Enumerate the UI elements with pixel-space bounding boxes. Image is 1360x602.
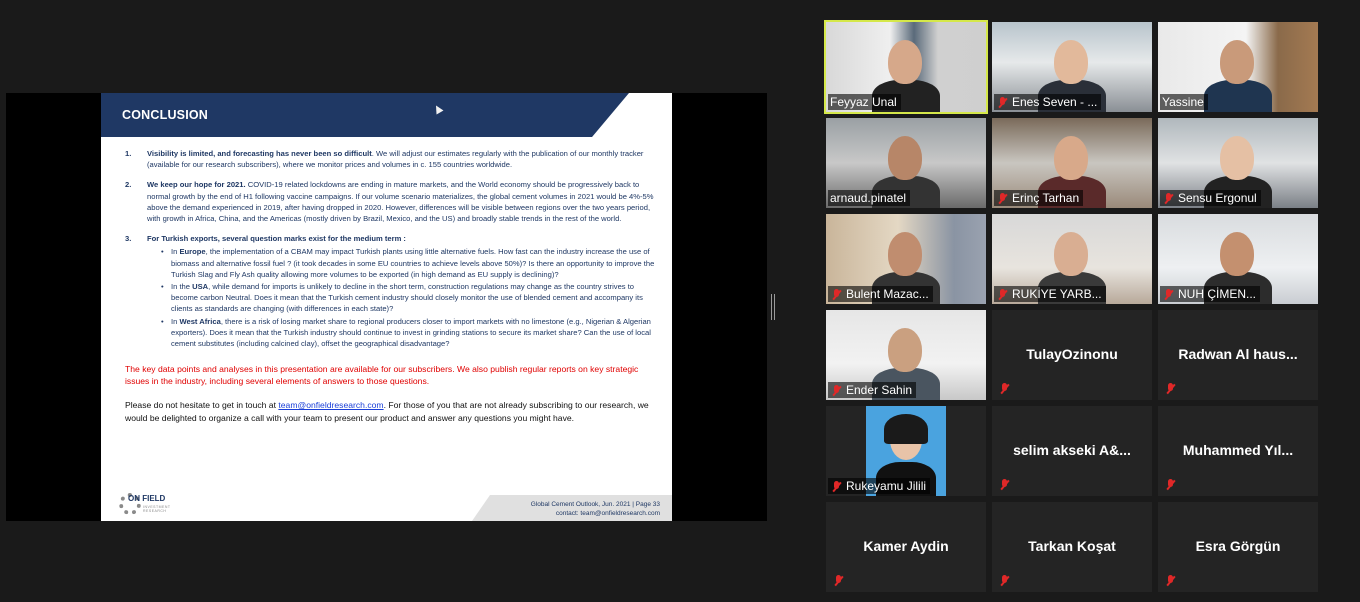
contact-paragraph: Please do not hesitate to get in touch a…	[125, 400, 649, 423]
participant-name: TulayOzinonu	[1026, 346, 1118, 362]
participant-tile[interactable]: Bulent Mazac...	[826, 214, 986, 304]
participant-name-tag: Erinç Tarhan	[994, 190, 1084, 206]
slide-title: CONCLUSION	[122, 108, 209, 122]
participant-name: Sensu Ergonul	[1178, 191, 1257, 205]
sub-point-usa: In the USA, while demand for imports is …	[159, 281, 661, 315]
microphone-muted-icon	[996, 192, 1009, 205]
participant-name-tag: Bulent Mazac...	[828, 286, 933, 302]
participant-name-tag: Ender Sahin	[828, 382, 917, 398]
participant-name-tag: Rukeyamu Jilili	[828, 478, 931, 494]
sub-point-list: In Europe, the implementation of a CBAM …	[159, 246, 661, 349]
participant-name: Tarkan Koşat	[1028, 538, 1116, 554]
microphone-muted-icon	[1162, 192, 1175, 205]
point-number: 1.	[125, 149, 132, 158]
participant-tile[interactable]: arnaud.pinatel	[826, 118, 986, 208]
participant-name: Ender Sahin	[846, 383, 913, 397]
participant-name: RUKİYE YARB...	[1012, 287, 1102, 301]
participant-name: Enes Seven - ...	[1012, 95, 1098, 109]
microphone-muted-icon	[996, 96, 1009, 109]
microphone-muted-icon	[832, 574, 845, 587]
participant-tile[interactable]: Yassine	[1158, 22, 1318, 112]
microphone-muted-icon	[1164, 574, 1177, 587]
participant-name: Erinç Tarhan	[1012, 191, 1080, 205]
participant-name-tag: Sensu Ergonul	[1160, 190, 1261, 206]
participant-tile[interactable]: Feyyaz Unal	[824, 20, 988, 114]
participant-tile[interactable]: Esra Görgün	[1158, 502, 1318, 592]
participant-tile[interactable]: Erinç Tarhan	[992, 118, 1152, 208]
participant-tile[interactable]: Muhammed Yıl...	[1158, 406, 1318, 496]
participant-name: Rukeyamu Jilili	[846, 479, 927, 493]
on-field-logo: ON FIELD INVESTMENT RESEARCH	[119, 491, 189, 517]
sub-point-europe: In Europe, the implementation of a CBAM …	[159, 246, 661, 280]
participant-name: selim akseki A&...	[1013, 442, 1131, 458]
slide-footer: Global Cement Outlook, Jun. 2021 | Page …	[530, 501, 660, 517]
microphone-muted-icon	[1164, 478, 1177, 491]
sub-point-west-africa: In West Africa, there is a risk of losin…	[159, 316, 661, 350]
conclusion-point-3: 3. For Turkish exports, several question…	[125, 233, 661, 349]
participant-name: Esra Görgün	[1195, 538, 1281, 554]
splitter-handle[interactable]	[771, 294, 775, 320]
participant-tile[interactable]: Tarkan Koşat	[992, 502, 1152, 592]
point-heading: Visibility is limited, and forecasting h…	[147, 149, 372, 158]
participant-name: Kamer Aydin	[863, 538, 949, 554]
participant-tile[interactable]: RUKİYE YARB...	[992, 214, 1152, 304]
participant-name-tag: NUH ÇİMEN...	[1160, 286, 1260, 302]
participant-name-tag: arnaud.pinatel	[828, 190, 911, 206]
microphone-muted-icon	[1162, 288, 1175, 301]
participant-name-tag: Yassine	[1160, 94, 1208, 110]
point-heading: We keep our hope for 2021.	[147, 180, 246, 190]
conclusion-point-2: 2. We keep our hope for 2021. COVID-19 r…	[125, 179, 661, 224]
participant-tile[interactable]: TulayOzinonu	[992, 310, 1152, 400]
participant-name-tag: Enes Seven - ...	[994, 94, 1102, 110]
slide-body: 1. Visibility is limited, and forecastin…	[125, 148, 661, 424]
participant-name: Radwan Al haus...	[1178, 346, 1298, 362]
conclusion-point-1: 1. Visibility is limited, and forecastin…	[125, 148, 661, 170]
participant-tile[interactable]: NUH ÇİMEN...	[1158, 214, 1318, 304]
participant-tile[interactable]: Sensu Ergonul	[1158, 118, 1318, 208]
shared-screen[interactable]: CONCLUSION 1. Visibility is limited, and…	[6, 93, 767, 521]
point-number: 3.	[125, 234, 132, 244]
participant-tile[interactable]: Radwan Al haus...	[1158, 310, 1318, 400]
subscriber-note: The key data points and analyses in this…	[125, 364, 639, 387]
participant-name: Yassine	[1162, 95, 1204, 109]
point-number: 2.	[125, 180, 132, 190]
presentation-slide: CONCLUSION 1. Visibility is limited, and…	[101, 93, 672, 521]
participant-tile[interactable]: selim akseki A&...	[992, 406, 1152, 496]
participant-tile[interactable]: Rukeyamu Jilili	[826, 406, 986, 496]
microphone-muted-icon	[830, 288, 843, 301]
participant-tile[interactable]: Kamer Aydin	[826, 502, 986, 592]
participant-name-tag: RUKİYE YARB...	[994, 286, 1106, 302]
microphone-muted-icon	[1164, 382, 1177, 395]
participant-name: arnaud.pinatel	[830, 191, 907, 205]
microphone-muted-icon	[998, 478, 1011, 491]
participant-name: Muhammed Yıl...	[1182, 442, 1294, 458]
microphone-muted-icon	[830, 480, 843, 493]
participant-name: Feyyaz Unal	[830, 95, 897, 109]
microphone-muted-icon	[830, 384, 843, 397]
point-heading: For Turkish exports, several question ma…	[147, 234, 406, 244]
participant-tile[interactable]: Enes Seven - ...	[992, 22, 1152, 112]
microphone-muted-icon	[998, 574, 1011, 587]
contact-email-link[interactable]: team@onfieldresearch.com	[278, 400, 383, 410]
microphone-muted-icon	[998, 382, 1011, 395]
participant-name: NUH ÇİMEN...	[1178, 287, 1256, 301]
microphone-muted-icon	[996, 288, 1009, 301]
participant-name-tag: Feyyaz Unal	[828, 94, 901, 110]
participant-name: Bulent Mazac...	[846, 287, 929, 301]
participant-tile[interactable]: Ender Sahin	[826, 310, 986, 400]
